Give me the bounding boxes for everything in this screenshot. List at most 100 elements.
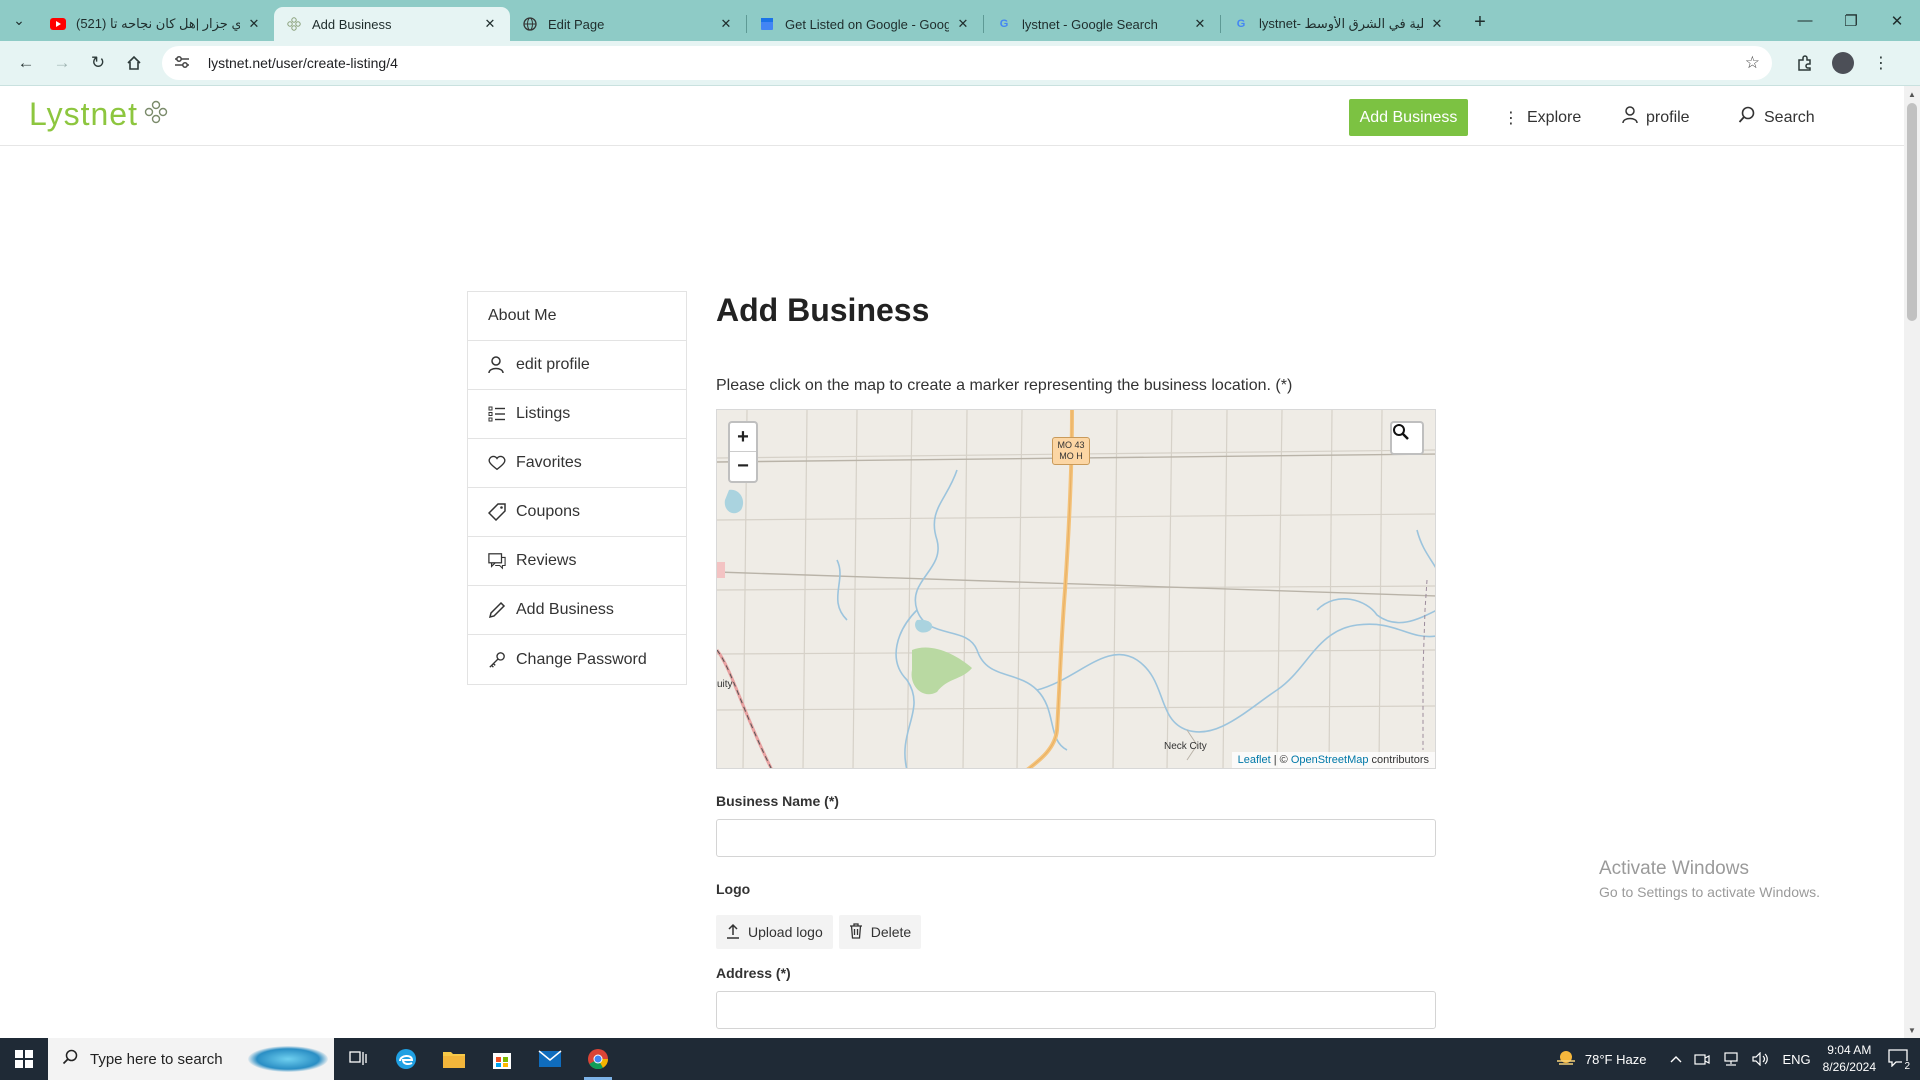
search-link[interactable]: Search — [1738, 99, 1815, 136]
page-title: Add Business — [716, 292, 930, 328]
sidebar-item-about-me[interactable]: About Me — [468, 292, 686, 341]
site-header: Lystnet Add Business ⋮ Explore profile S… — [0, 86, 1904, 146]
tab-edit-page[interactable]: Edit Page ✕ — [510, 7, 746, 41]
openstreetmap-link[interactable]: OpenStreetMap — [1291, 754, 1369, 766]
account-sidebar: About Me edit profile Listings Favorites… — [467, 291, 687, 685]
language-indicator[interactable]: ENG — [1782, 1052, 1810, 1067]
site-info-icon[interactable] — [174, 55, 196, 72]
file-explorer-icon[interactable] — [430, 1038, 478, 1080]
road-shield-line: MO H — [1059, 451, 1083, 461]
edge-icon[interactable] — [382, 1038, 430, 1080]
map-attribution: Leaflet | © OpenStreetMap contributors — [1231, 752, 1435, 768]
scroll-up-icon[interactable]: ▲ — [1904, 86, 1920, 102]
sidebar-item-edit-profile[interactable]: edit profile — [468, 341, 686, 390]
back-icon[interactable]: ← — [8, 45, 44, 81]
close-icon[interactable]: ✕ — [955, 16, 971, 32]
logo-mark-icon — [144, 100, 168, 130]
tab-youtube[interactable]: (521) فخري جزار |هل كان نجاحه تا ✕ — [38, 7, 274, 41]
address-bar[interactable]: lystnet.net/user/create-listing/4 ☆ — [162, 46, 1772, 80]
close-icon[interactable]: ✕ — [482, 16, 498, 32]
sidebar-item-label: Listings — [516, 405, 571, 422]
upload-icon — [726, 923, 740, 942]
upload-logo-button[interactable]: Upload logo — [716, 915, 833, 949]
add-business-button[interactable]: Add Business — [1349, 99, 1468, 136]
sidebar-item-listings[interactable]: Listings — [468, 390, 686, 439]
close-window-icon[interactable]: ✕ — [1874, 0, 1920, 41]
volume-icon[interactable] — [1752, 1052, 1770, 1066]
reload-icon[interactable]: ↻ — [80, 45, 116, 81]
sidebar-item-label: Coupons — [516, 503, 581, 520]
site-logo[interactable]: Lystnet — [29, 96, 168, 133]
sidebar-item-label: Reviews — [516, 552, 577, 569]
explore-menu[interactable]: ⋮ Explore — [1503, 99, 1581, 136]
microsoft-store-icon[interactable] — [478, 1038, 526, 1080]
delete-logo-button[interactable]: Delete — [838, 915, 922, 949]
bookmark-star-icon[interactable]: ☆ — [1745, 53, 1760, 73]
weather-widget[interactable]: 78°F Haze — [1555, 1050, 1646, 1069]
tab-search-button[interactable]: ⌄ — [0, 0, 38, 41]
home-icon[interactable] — [116, 45, 152, 81]
watermark-title: Activate Windows — [1599, 858, 1749, 879]
minimize-icon[interactable]: — — [1782, 0, 1828, 41]
windows-start-icon[interactable] — [0, 1038, 48, 1080]
close-icon[interactable]: ✕ — [246, 16, 262, 32]
sidebar-item-coupons[interactable]: Coupons — [468, 488, 686, 537]
search-icon — [1738, 106, 1756, 129]
zoom-out-button[interactable]: − — [730, 452, 756, 481]
sidebar-item-favorites[interactable]: Favorites — [468, 439, 686, 488]
globe-icon — [522, 16, 538, 32]
close-icon[interactable]: ✕ — [1429, 16, 1445, 32]
clock-time: 9:04 AM — [1827, 1043, 1872, 1057]
trash-icon — [849, 922, 863, 942]
zoom-in-button[interactable]: + — [730, 423, 756, 452]
tab-title: (521) فخري جزار |هل كان نجاحه تا — [76, 16, 240, 31]
road-shield-label: MO 43 MO H — [1052, 437, 1090, 465]
notifications-button[interactable]: 2 — [1888, 1048, 1912, 1072]
mail-icon[interactable] — [526, 1038, 574, 1080]
sidebar-item-label: edit profile — [516, 356, 590, 373]
close-icon[interactable]: ✕ — [718, 16, 734, 32]
forward-icon[interactable]: → — [44, 45, 80, 81]
sidebar-item-label: Change Password — [516, 650, 647, 668]
location-map[interactable]: MO 43 MO H Neck City uity + − Leaflet | … — [716, 409, 1436, 769]
task-view-icon[interactable] — [334, 1038, 382, 1080]
page-scrollbar[interactable]: ▲ ▼ — [1904, 86, 1920, 1038]
tab-add-business[interactable]: Add Business ✕ — [274, 7, 510, 41]
town-label: Neck City — [1164, 741, 1207, 752]
notification-count: 2 — [1902, 1060, 1912, 1072]
close-icon[interactable]: ✕ — [1192, 16, 1208, 32]
meet-now-icon[interactable] — [1694, 1052, 1711, 1066]
extensions-icon[interactable] — [1786, 45, 1824, 81]
tab-google-search-arabic[interactable]: G lystnet- المحلية في الشرق الأوسط ✕ — [1221, 7, 1457, 41]
clock-date: 8/26/2024 — [1822, 1060, 1876, 1074]
scroll-down-icon[interactable]: ▼ — [1904, 1022, 1920, 1038]
pencil-icon — [488, 601, 506, 619]
leaflet-link[interactable]: Leaflet — [1238, 754, 1271, 766]
restore-icon[interactable]: ❐ — [1828, 0, 1874, 41]
google-icon: G — [999, 18, 1009, 30]
sidebar-item-reviews[interactable]: Reviews — [468, 537, 686, 586]
list-icon — [488, 406, 506, 422]
chrome-icon[interactable] — [574, 1038, 622, 1080]
sidebar-item-label: Add Business — [516, 601, 614, 618]
map-search-button[interactable] — [1390, 421, 1424, 455]
delete-logo-label: Delete — [870, 924, 912, 940]
town-label: uity — [717, 679, 733, 690]
sidebar-item-add-business[interactable]: Add Business — [468, 586, 686, 635]
taskbar-search-placeholder: Type here to search — [90, 1050, 223, 1068]
clock[interactable]: 9:04 AM 8/26/2024 — [1823, 1042, 1876, 1076]
profile-avatar[interactable] — [1832, 52, 1854, 74]
scrollbar-thumb[interactable] — [1907, 103, 1917, 321]
tab-google-business[interactable]: Get Listed on Google - Google ✕ — [747, 7, 983, 41]
chevron-up-icon[interactable] — [1670, 1055, 1682, 1063]
profile-link[interactable]: profile — [1622, 99, 1690, 136]
tab-google-search[interactable]: G lystnet - Google Search ✕ — [984, 7, 1220, 41]
business-name-input[interactable] — [716, 819, 1436, 857]
network-icon[interactable] — [1722, 1052, 1740, 1066]
sidebar-item-change-password[interactable]: Change Password — [468, 635, 686, 684]
upload-logo-label: Upload logo — [748, 924, 823, 940]
taskbar-search-box[interactable]: Type here to search — [48, 1038, 334, 1080]
new-tab-button[interactable]: + — [1465, 8, 1495, 38]
address-input[interactable] — [716, 991, 1436, 1029]
menu-kebab-icon[interactable]: ⋮ — [1862, 45, 1900, 81]
